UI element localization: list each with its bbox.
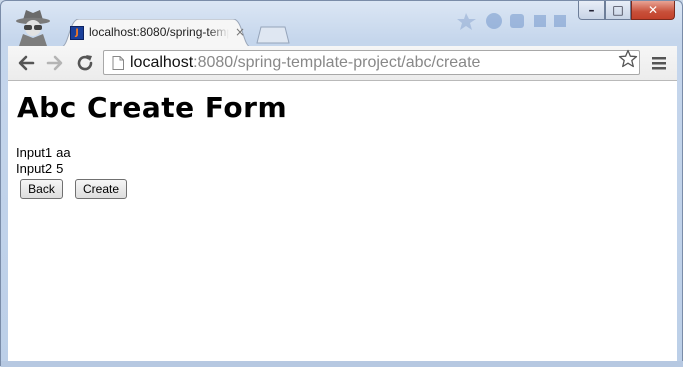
- window-controls: – □ ✕: [578, 1, 676, 21]
- menu-icon[interactable]: [651, 55, 667, 71]
- url-host: localhost: [130, 54, 194, 71]
- tab-active[interactable]: J localhost:8080/spring-template-project…: [61, 19, 251, 47]
- close-icon: ✕: [647, 3, 659, 17]
- minimize-button[interactable]: –: [578, 1, 605, 20]
- create-button[interactable]: Create: [75, 179, 127, 199]
- address-bar[interactable]: localhost:8080/spring-template-project/a…: [103, 50, 640, 75]
- favicon: J: [70, 26, 84, 40]
- back-button[interactable]: Back: [20, 179, 63, 199]
- forward-icon[interactable]: [45, 53, 65, 73]
- page-content: Abc Create Form Input1 aa Input2 5 Back Cr…: [8, 81, 677, 361]
- close-window-button[interactable]: ✕: [631, 1, 675, 20]
- field-value: aa: [56, 145, 71, 160]
- star-icon[interactable]: [618, 49, 638, 69]
- field-label: Input1: [16, 145, 53, 160]
- url-text: localhost:8080/spring-template-project/a…: [130, 53, 480, 73]
- back-icon[interactable]: [16, 53, 36, 73]
- field-label: Input2: [16, 161, 53, 176]
- maximize-icon: □: [612, 3, 624, 17]
- page-icon: [112, 56, 124, 70]
- incognito-icon: [16, 10, 50, 46]
- minimize-icon: –: [588, 3, 595, 17]
- field-value: 5: [56, 161, 64, 176]
- field-row-input1: Input1 aa: [16, 145, 71, 161]
- tab-title: localhost:8080/spring-template-project/a…: [89, 25, 229, 39]
- maximize-button[interactable]: □: [605, 1, 631, 20]
- page-title: Abc Create Form: [17, 91, 288, 124]
- new-tab-button[interactable]: [255, 26, 291, 44]
- browser-window: J localhost:8080/spring-template-project…: [0, 0, 683, 367]
- reload-icon[interactable]: [75, 53, 95, 73]
- url-path: :8080/spring-template-project/abc/create: [193, 54, 481, 71]
- window-bottom-border: [1, 361, 683, 367]
- tab-close-icon[interactable]: ×: [233, 25, 247, 39]
- field-row-input2: Input2 5: [16, 161, 63, 177]
- extension-icons: [457, 13, 566, 30]
- browser-toolbar: localhost:8080/spring-template-project/a…: [8, 46, 677, 81]
